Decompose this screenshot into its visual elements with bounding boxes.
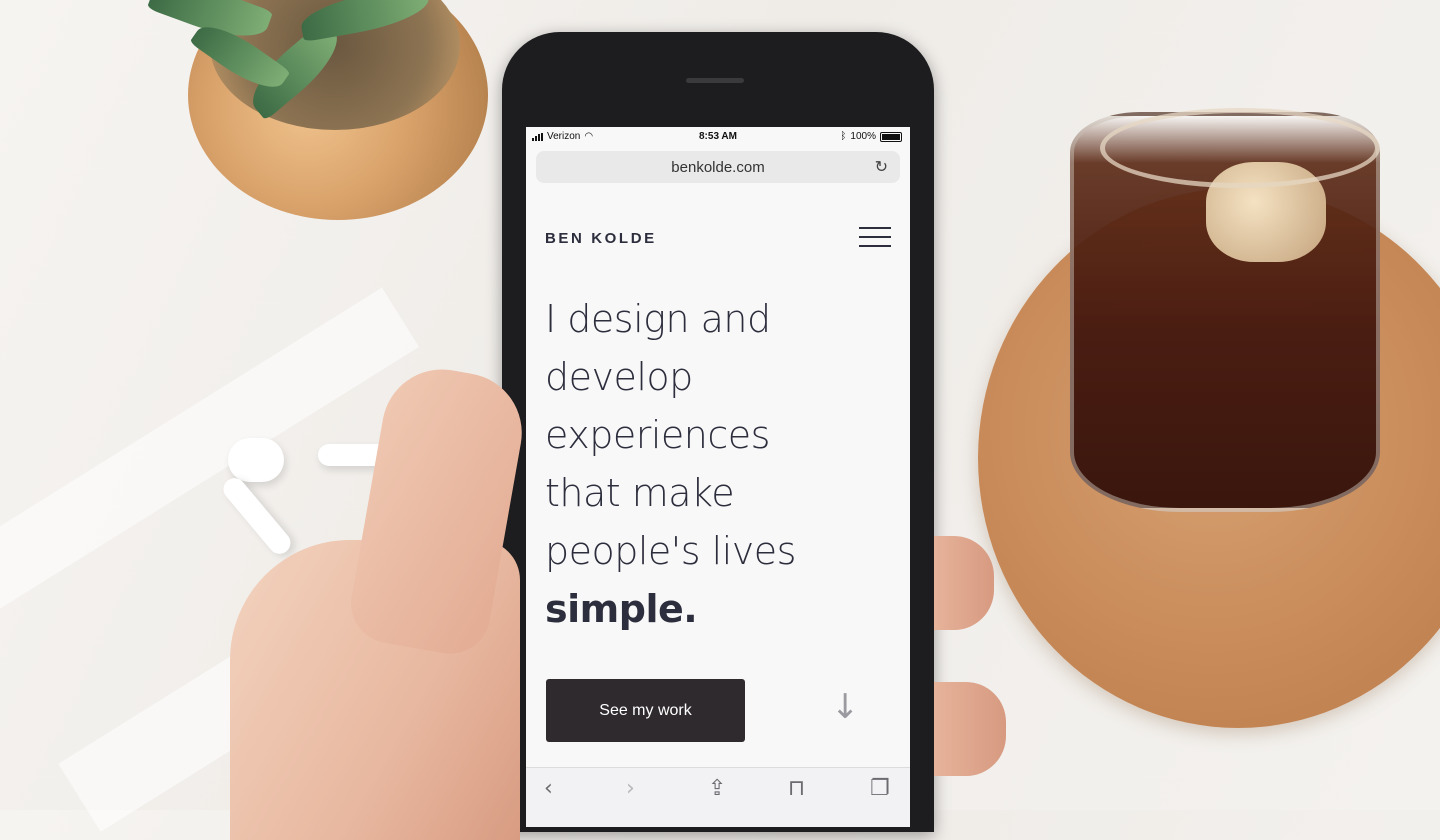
headline-line: I design and bbox=[545, 297, 771, 341]
share-icon[interactable]: ⇪ bbox=[708, 776, 726, 801]
status-right: ᛒ 100% bbox=[840, 131, 902, 142]
down-arrow-icon[interactable]: ↓ bbox=[831, 687, 860, 727]
back-icon[interactable]: ‹ bbox=[544, 776, 553, 801]
see-my-work-button[interactable]: See my work bbox=[546, 679, 745, 742]
phone-speaker bbox=[686, 78, 744, 83]
headline-line: people's lives bbox=[545, 529, 796, 573]
hero-headline: I design and develop experiences that ma… bbox=[545, 290, 895, 638]
glass-rim bbox=[1100, 108, 1380, 188]
headline-line: experiences bbox=[545, 413, 770, 457]
bookmarks-icon[interactable]: ⊓ bbox=[788, 776, 805, 801]
status-bar: Verizon ◠ 8:53 AM ᛒ 100% bbox=[526, 127, 910, 147]
earbud-stem bbox=[219, 473, 295, 559]
address-bar[interactable]: benkolde.com ↻ bbox=[536, 151, 900, 183]
finger bbox=[934, 536, 994, 630]
site-brand[interactable]: BEN KOLDE bbox=[545, 230, 657, 247]
url-text[interactable]: benkolde.com bbox=[536, 159, 900, 176]
finger bbox=[934, 682, 1006, 776]
headline-emphasis: simple. bbox=[545, 587, 698, 631]
reload-icon[interactable]: ↻ bbox=[875, 157, 888, 177]
headline-line: develop bbox=[545, 355, 693, 399]
forward-icon[interactable]: › bbox=[626, 776, 635, 801]
browser-toolbar: ‹ › ⇪ ⊓ ❐ bbox=[526, 767, 910, 827]
bluetooth-icon: ᛒ bbox=[840, 131, 847, 142]
phone-screen: Verizon ◠ 8:53 AM ᛒ 100% benkolde.com ↻ … bbox=[526, 127, 910, 827]
battery-percent: 100% bbox=[850, 131, 876, 142]
earbud bbox=[228, 438, 284, 482]
tabs-icon[interactable]: ❐ bbox=[870, 776, 890, 801]
menu-icon[interactable] bbox=[859, 227, 891, 247]
battery-icon bbox=[880, 131, 902, 142]
headline-line: that make bbox=[545, 471, 735, 515]
